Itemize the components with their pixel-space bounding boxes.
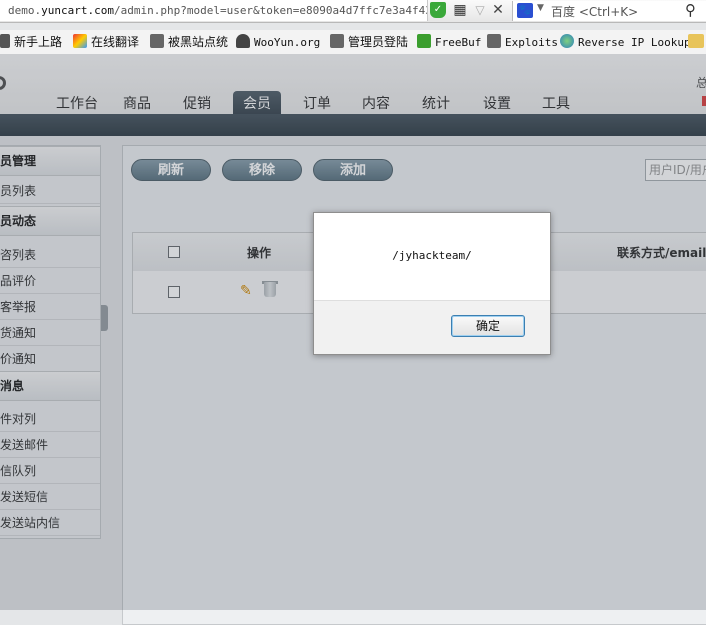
qr-code-icon[interactable]: ▦ bbox=[452, 2, 468, 18]
search-icon[interactable]: ⚲ bbox=[685, 1, 696, 19]
folder-icon[interactable] bbox=[688, 34, 706, 50]
page-icon bbox=[330, 34, 344, 48]
baidu-icon[interactable]: 🐾 bbox=[517, 3, 533, 18]
search-placeholder[interactable]: 百度 <Ctrl+K> bbox=[551, 3, 638, 20]
dialog-body: /jyhackteam/ bbox=[314, 213, 550, 301]
bookmark-item[interactable]: Reverse IP Lookup bbox=[560, 34, 691, 50]
ok-button[interactable]: 确定 bbox=[451, 315, 525, 337]
bookmark-item[interactable]: 管理员登陆 bbox=[330, 34, 408, 50]
globe-icon bbox=[560, 34, 574, 48]
page-icon bbox=[150, 34, 164, 48]
close-icon[interactable]: ✕ bbox=[490, 2, 506, 18]
page-icon bbox=[0, 34, 10, 48]
bookmark-item[interactable]: FreeBuf bbox=[417, 34, 481, 50]
search-box[interactable]: 🐾 ▼ 百度 <Ctrl+K> ⚲ bbox=[512, 1, 706, 21]
bookmark-item[interactable]: 在线翻译 bbox=[73, 34, 139, 50]
freebuf-icon bbox=[417, 34, 431, 48]
bookmark-star-icon[interactable]: ▽ bbox=[472, 2, 488, 18]
cloud-icon bbox=[236, 34, 250, 48]
bookmarks-bar: 新手上路 在线翻译 被黑站点统 WooYun.org 管理员登陆 FreeBuf… bbox=[0, 30, 706, 55]
shield-icon[interactable]: ✓ bbox=[430, 2, 446, 18]
alert-dialog: /jyhackteam/ 确定 bbox=[313, 212, 551, 355]
page-icon bbox=[487, 34, 501, 48]
dialog-message: /jyhackteam/ bbox=[392, 249, 472, 262]
bookmark-item[interactable]: Exploits bbox=[487, 34, 558, 50]
bookmark-item[interactable]: WooYun.org bbox=[236, 34, 320, 50]
bookmark-item[interactable]: 被黑站点统 bbox=[150, 34, 228, 50]
translate-icon bbox=[73, 34, 87, 48]
chevron-down-icon[interactable]: ▼ bbox=[537, 3, 544, 13]
url-field[interactable]: demo.yuncart.com/admin.php?model=user&to… bbox=[0, 0, 428, 21]
address-bar: demo.yuncart.com/admin.php?model=user&to… bbox=[0, 0, 706, 23]
bookmark-item[interactable]: 新手上路 bbox=[0, 34, 62, 50]
